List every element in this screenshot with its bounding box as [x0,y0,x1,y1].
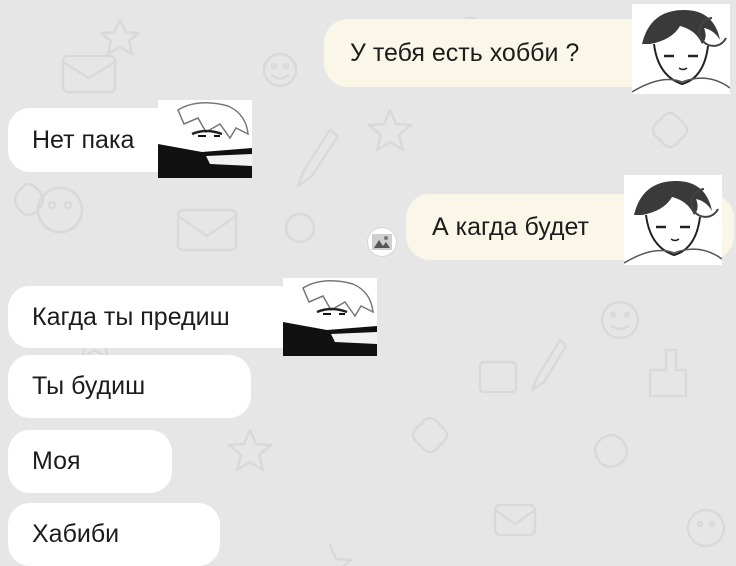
small-image-reaction-icon[interactable] [368,228,396,256]
message-text: Хабиби [32,520,120,548]
message-text: А кагда будет [432,212,589,241]
message-text: У тебя есть хобби ? [350,38,580,67]
message-bubble-incoming[interactable]: Кагда ты предиш [8,286,300,348]
message-text: Нет пака [32,125,135,154]
anime-boy-sticker[interactable] [632,4,730,94]
message-bubble-incoming[interactable]: Нет пака [8,108,176,172]
message-text: Моя [32,447,81,475]
message-bubble-incoming[interactable]: Ты будиш [8,355,251,418]
white-haired-masked-anime-sticker[interactable] [158,100,252,178]
anime-boy-sticker[interactable] [624,175,722,265]
message-bubble-incoming[interactable]: Хабиби [8,503,220,566]
message-text: Ты будиш [32,372,146,400]
white-haired-masked-anime-sticker[interactable] [283,278,377,356]
message-text: Кагда ты предиш [32,302,230,331]
message-bubble-incoming[interactable]: Моя [8,430,172,493]
